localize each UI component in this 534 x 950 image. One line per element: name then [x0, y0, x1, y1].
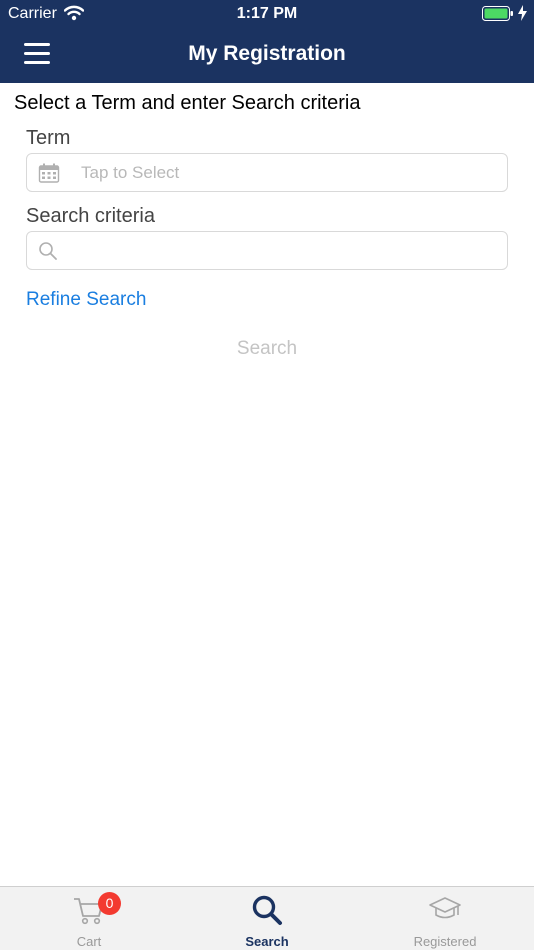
- refine-search-link[interactable]: Refine Search: [26, 289, 146, 311]
- battery-full-icon: [482, 6, 514, 26]
- top-navigation-bar: Carrier 1:17 PM My Registration: [0, 0, 534, 83]
- search-button[interactable]: Search: [0, 338, 534, 360]
- search-criteria-input[interactable]: [73, 236, 493, 266]
- tab-registered[interactable]: Registered: [356, 887, 534, 950]
- search-instruction: Select a Term and enter Search criteria: [14, 92, 361, 114]
- tab-cart[interactable]: 0 Cart: [0, 887, 178, 950]
- page-title: My Registration: [188, 42, 346, 65]
- term-placeholder: Tap to Select: [81, 163, 180, 182]
- term-label: Term: [26, 127, 71, 149]
- search-criteria-field[interactable]: [26, 231, 508, 270]
- tab-cart-label: Cart: [76, 934, 102, 949]
- cart-count-badge: 0: [98, 892, 121, 915]
- bottom-tab-bar: 0 Cart Search Registered: [0, 886, 534, 950]
- tab-search[interactable]: Search: [178, 887, 356, 950]
- status-time: 1:17 PM: [236, 5, 298, 22]
- tab-registered-label: Registered: [413, 934, 477, 949]
- search-criteria-label: Search criteria: [26, 205, 155, 227]
- cart-icon: [0, 893, 178, 932]
- charging-bolt-icon: [518, 5, 527, 26]
- tab-search-label: Search: [245, 934, 289, 949]
- calendar-icon: [38, 163, 60, 188]
- search-icon: [38, 241, 58, 266]
- status-bar: Carrier 1:17 PM: [0, 0, 534, 28]
- search-icon: [178, 893, 356, 932]
- term-selector[interactable]: Tap to Select: [26, 153, 508, 192]
- graduation-cap-icon: [356, 893, 534, 932]
